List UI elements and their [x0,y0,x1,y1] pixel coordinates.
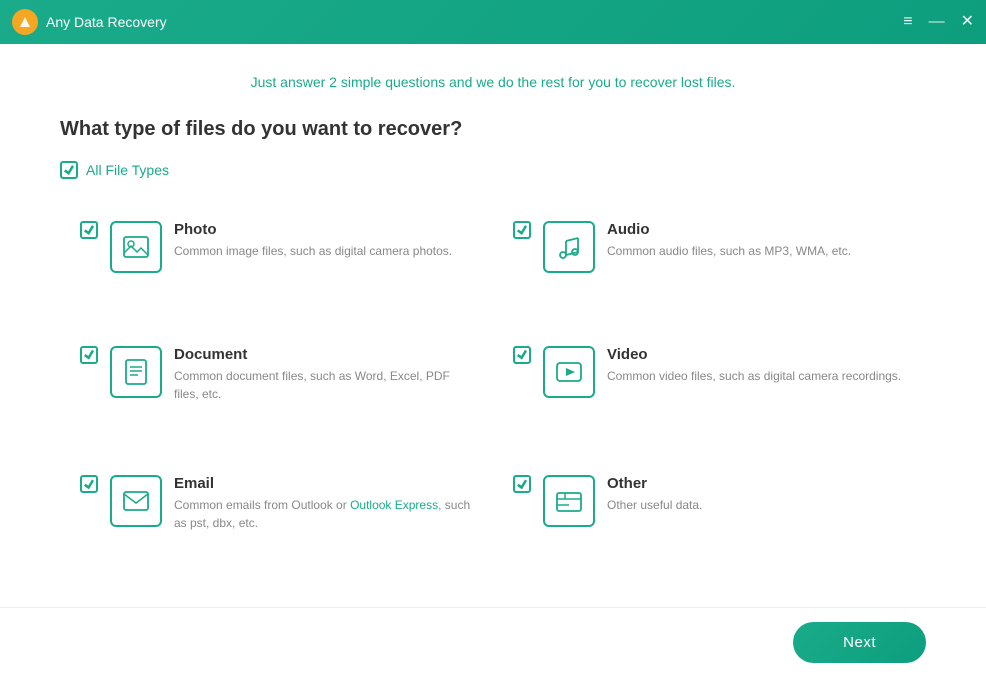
email-icon-box [110,475,162,527]
other-name: Other [607,475,906,492]
other-info: Other Other useful data. [607,475,906,514]
email-info: Email Common emails from Outlook or Outl… [174,475,473,532]
video-icon-box [543,346,595,398]
app-title: Any Data Recovery [46,14,167,30]
outlook-express-link: Outlook Express [350,498,438,512]
titlebar-left: Any Data Recovery [12,9,167,35]
file-type-photo[interactable]: Photo Common image files, such as digita… [60,203,493,328]
file-type-document[interactable]: Document Common document files, such as … [60,328,493,458]
audio-icon-box [543,221,595,273]
video-name: Video [607,346,906,363]
video-icon [555,358,583,386]
audio-checkbox[interactable] [513,221,531,239]
next-button[interactable]: Next [793,622,926,663]
audio-icon [555,233,583,261]
document-desc: Common document files, such as Word, Exc… [174,367,473,403]
photo-icon [122,233,150,261]
video-checkbox[interactable] [513,346,531,364]
photo-info: Photo Common image files, such as digita… [174,221,473,260]
other-icon-box [543,475,595,527]
file-type-email[interactable]: Email Common emails from Outlook or Outl… [60,457,493,587]
other-icon [555,487,583,515]
document-name: Document [174,346,473,363]
app-logo-icon [12,9,38,35]
minimize-icon[interactable]: — [929,14,945,30]
email-desc: Common emails from Outlook or Outlook Ex… [174,496,473,532]
file-type-audio[interactable]: Audio Common audio files, such as MP3, W… [493,203,926,328]
audio-desc: Common audio files, such as MP3, WMA, et… [607,242,906,260]
menu-icon[interactable]: ≡ [903,14,912,30]
all-file-types-row[interactable]: All File Types [60,161,926,179]
video-info: Video Common video files, such as digita… [607,346,906,385]
file-type-grid: Photo Common image files, such as digita… [60,203,926,587]
subtitle-text: Just answer 2 simple questions and we do… [60,74,926,90]
photo-name: Photo [174,221,473,238]
titlebar-controls: ≡ — ✕ [903,14,974,30]
other-checkbox[interactable] [513,475,531,493]
other-desc: Other useful data. [607,496,906,514]
email-icon [122,487,150,515]
photo-desc: Common image files, such as digital came… [174,242,473,260]
all-file-types-checkbox[interactable] [60,161,78,179]
video-desc: Common video files, such as digital came… [607,367,906,385]
audio-info: Audio Common audio files, such as MP3, W… [607,221,906,260]
document-checkbox[interactable] [80,346,98,364]
close-icon[interactable]: ✕ [961,14,974,30]
footer: Next [0,607,986,677]
file-type-video[interactable]: Video Common video files, such as digita… [493,328,926,458]
email-checkbox[interactable] [80,475,98,493]
document-info: Document Common document files, such as … [174,346,473,403]
question-title: What type of files do you want to recove… [60,118,926,141]
document-icon-box [110,346,162,398]
audio-name: Audio [607,221,906,238]
photo-icon-box [110,221,162,273]
main-content: Just answer 2 simple questions and we do… [0,44,986,607]
photo-checkbox[interactable] [80,221,98,239]
email-name: Email [174,475,473,492]
titlebar: Any Data Recovery ≡ — ✕ [0,0,986,44]
document-icon [122,358,150,386]
file-type-other[interactable]: Other Other useful data. [493,457,926,587]
all-file-types-label: All File Types [86,162,169,178]
